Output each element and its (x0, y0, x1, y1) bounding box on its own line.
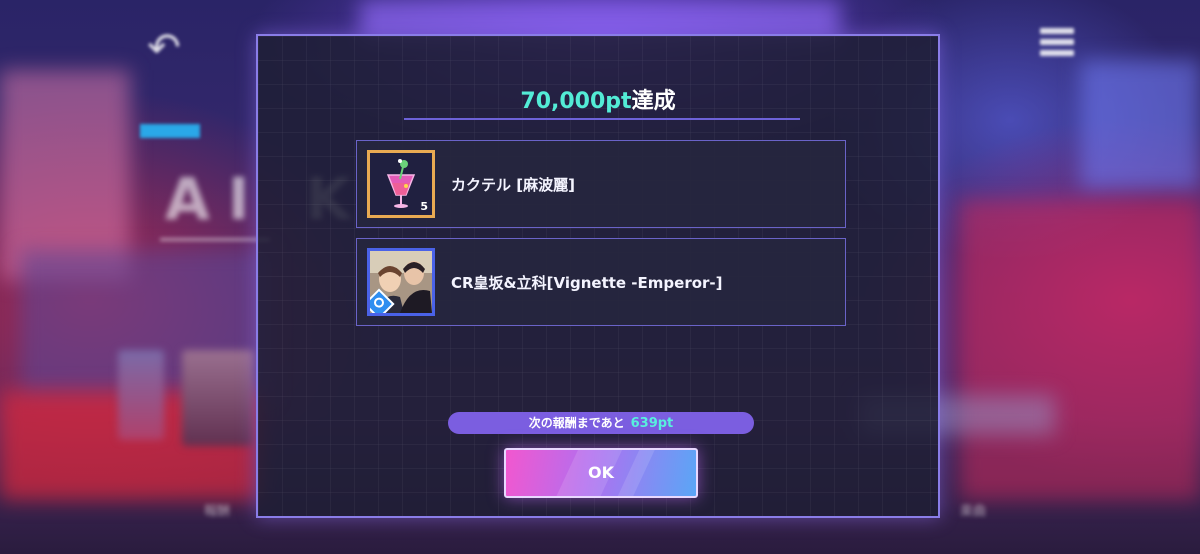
card-portrait (367, 248, 435, 316)
reward-quantity: 5 (420, 200, 428, 213)
bg-card-thumb-1 (118, 350, 164, 440)
title-underline (404, 118, 800, 120)
next-reward-bar: 次の報酬まであと 639pt (448, 412, 754, 434)
bg-panel-right (1080, 60, 1200, 190)
menu-icon[interactable] (1040, 28, 1074, 64)
reward-name: CR皇坂&立科[Vignette -Emperor-] (451, 274, 723, 292)
next-reward-label: 次の報酬まであと (528, 416, 625, 430)
bg-panel-right-2 (960, 200, 1200, 500)
title-suffix: 達成 (631, 89, 676, 114)
bg-tag (140, 124, 200, 138)
reward-row-card[interactable]: CR皇坂&立科[Vignette -Emperor-] (356, 238, 846, 326)
reward-item-thumbnail: 5 (367, 150, 435, 218)
back-arrow-icon[interactable]: ↶ (140, 28, 188, 68)
ok-label: OK (588, 463, 614, 482)
bg-card-thumb-2 (182, 350, 254, 446)
reward-name: カクテル [麻波麗] (451, 176, 575, 194)
bg-bottom-left-label: 報酬 (204, 504, 231, 519)
bg-panel-left (0, 70, 130, 280)
reward-row-item[interactable]: 5 カクテル [麻波麗] (356, 140, 846, 228)
next-reward-points: 639pt (630, 416, 674, 431)
ok-button[interactable]: OK (504, 448, 698, 498)
reward-dialog: 70,000pt達成 5 カクテル [麻波麗] CR皇坂&立科[Vignette… (256, 34, 940, 518)
dialog-title: 70,000pt達成 (258, 88, 938, 116)
bg-bottom-right-label: 楽曲 (960, 504, 987, 519)
title-points: 70,000pt (520, 89, 632, 114)
bg-divider (160, 238, 270, 241)
